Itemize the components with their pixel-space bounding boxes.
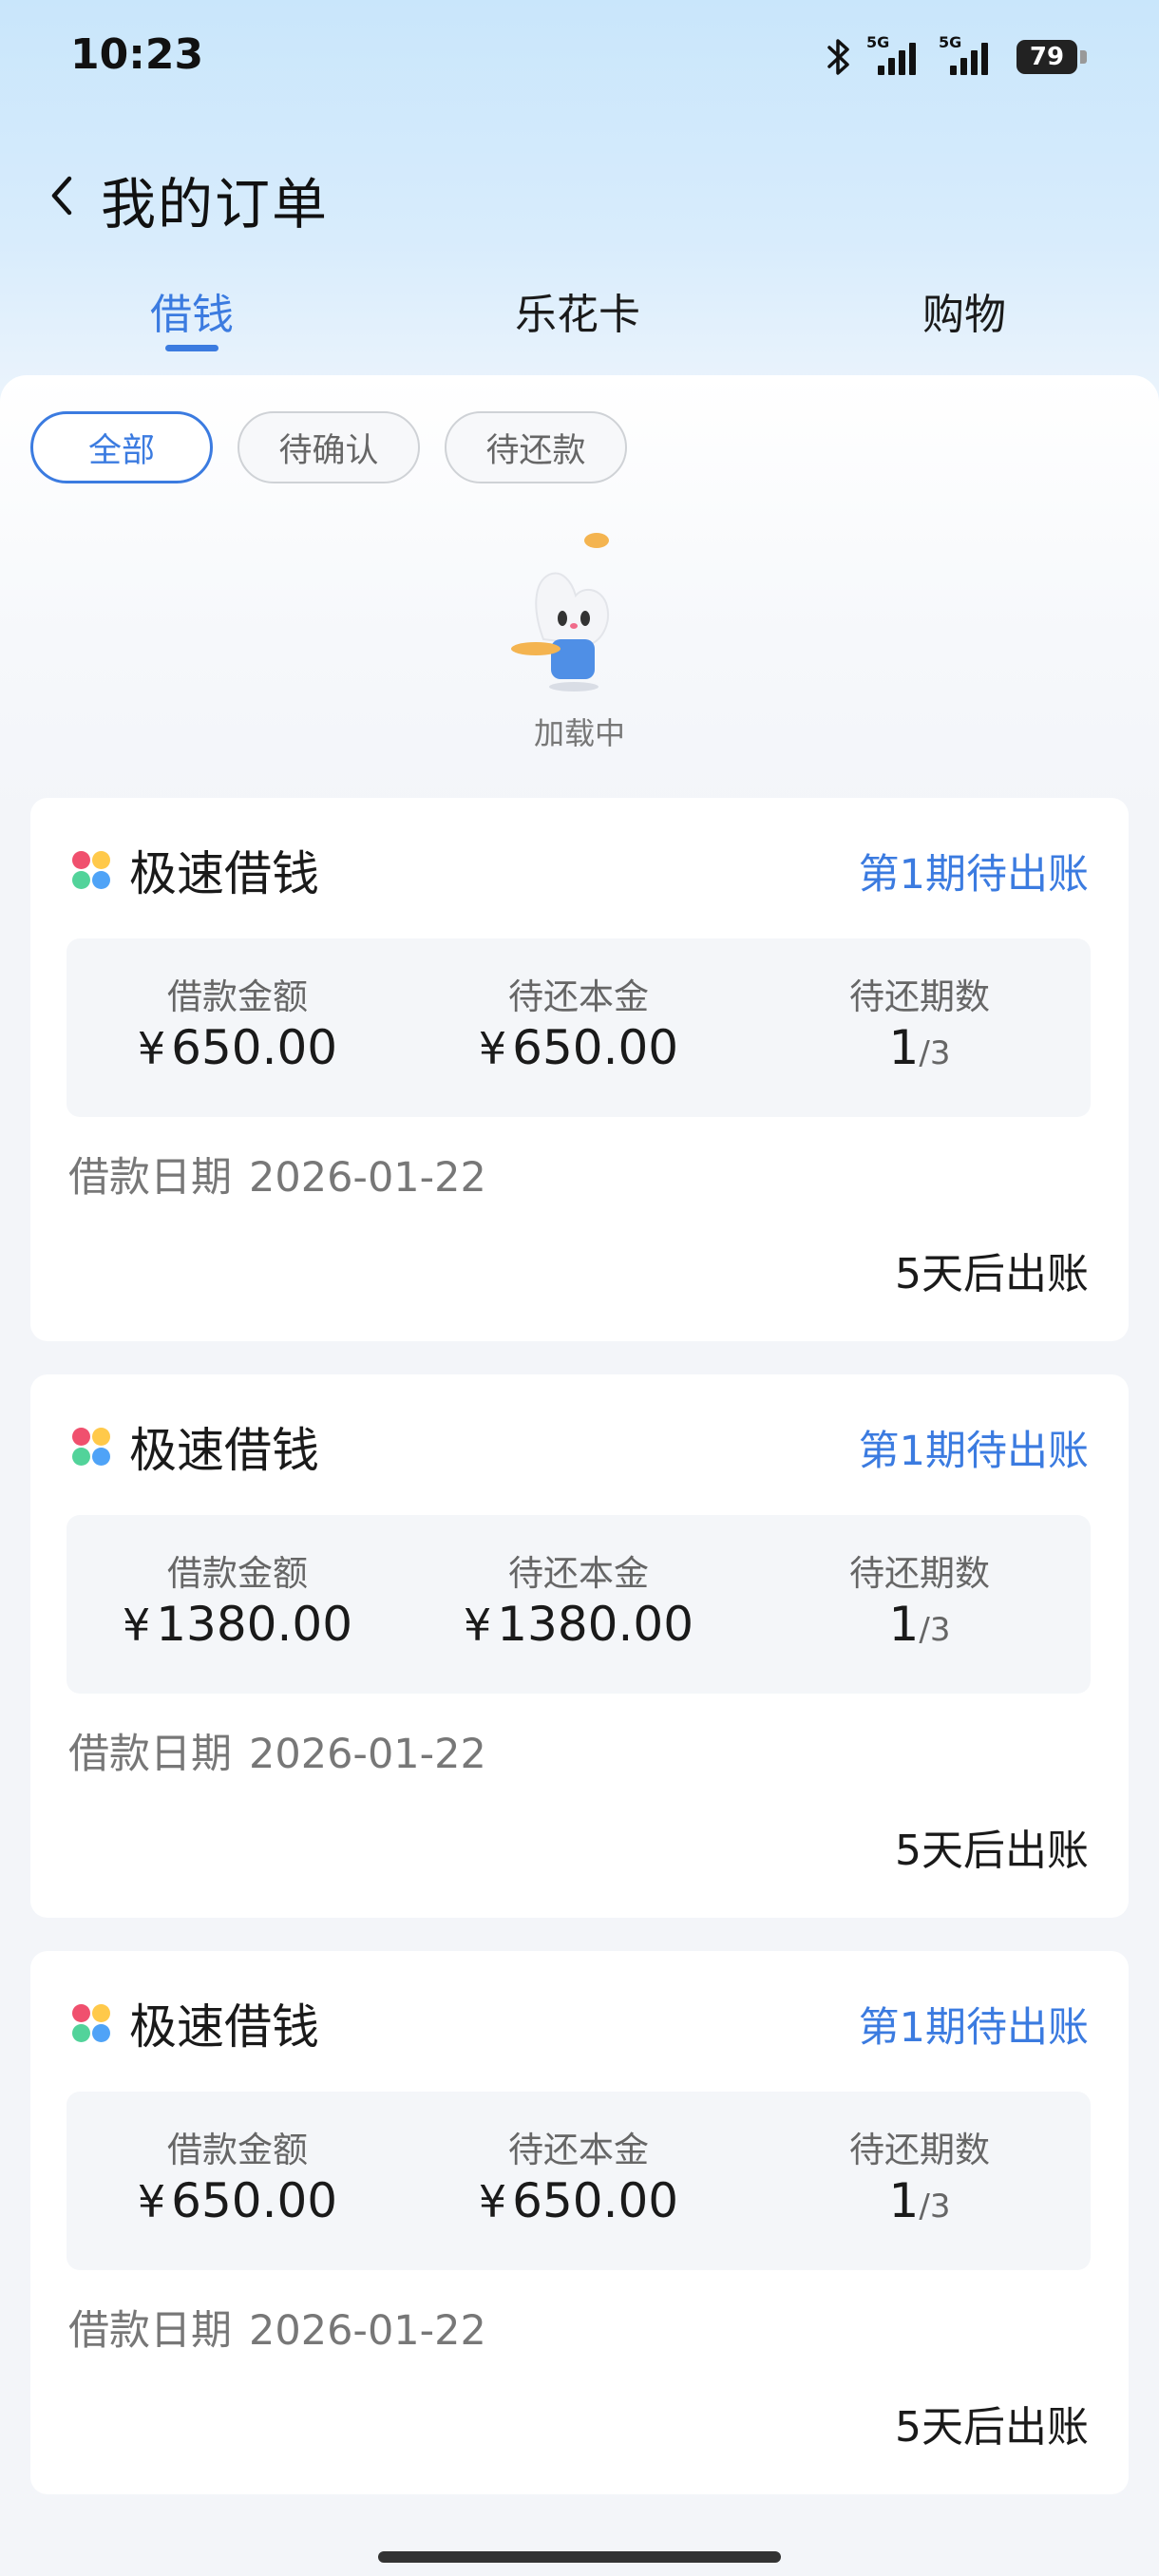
home-indicator[interactable]: [378, 2551, 781, 2563]
nav-bar: 我的订单: [0, 142, 1159, 247]
order-card[interactable]: 极速借钱 第1期待出账 借款金额 ¥650.00 待还本金 ¥650.00 待还…: [30, 798, 1129, 1341]
principal-label: 待还本金: [508, 1553, 649, 1594]
loan-date-value: 2026-01-22: [249, 1154, 486, 1202]
filter-row: 全部 待确认 待还款: [30, 411, 627, 483]
back-button[interactable]: [38, 169, 86, 222]
periods-label: 待还期数: [849, 2130, 990, 2170]
tab-bar: 借钱 乐花卡 购物: [0, 271, 1159, 366]
filter-all[interactable]: 全部: [30, 411, 213, 483]
loan-date-label: 借款日期: [68, 2307, 232, 2355]
four-dots-logo-icon: [72, 2004, 110, 2042]
status-icons: 5G 5G 79: [825, 34, 1087, 80]
four-dots-logo-icon: [72, 1428, 110, 1466]
periods-label: 待还期数: [849, 1553, 990, 1594]
loan-date-label: 借款日期: [68, 1731, 232, 1778]
loan-info-box: 借款金额 ¥1380.00 待还本金 ¥1380.00 待还期数 1/3: [66, 1515, 1091, 1694]
status-time: 10:23: [70, 30, 204, 79]
periods-col: 待还期数 1/3: [749, 2130, 1091, 2236]
loan-amount-col: 借款金额 ¥1380.00: [66, 1553, 408, 1655]
loan-amount-col: 借款金额 ¥650.00: [66, 2130, 408, 2231]
chevron-left-icon: [51, 176, 72, 216]
loan-date-line: 借款日期 2026-01-22: [68, 2298, 486, 2357]
filter-pending-repay[interactable]: 待还款: [445, 411, 627, 483]
principal-value: 1380.00: [497, 1597, 694, 1652]
loan-amount-label: 借款金额: [167, 976, 308, 1017]
loan-date-value: 2026-01-22: [249, 2307, 486, 2355]
periods-total: /3: [919, 2188, 951, 2226]
signal-icon-1: 5G: [866, 35, 925, 79]
bill-status: 第1期待出账: [858, 851, 1089, 899]
due-text: 5天后出账: [895, 1250, 1089, 1298]
principal-col: 待还本金 ¥650.00: [408, 2130, 750, 2231]
currency-symbol: ¥: [137, 2176, 166, 2227]
mascot-illustration: [511, 533, 609, 691]
card-header: 极速借钱: [72, 836, 319, 904]
card-header: 极速借钱: [72, 1412, 319, 1481]
loan-amount-label: 借款金额: [167, 2130, 308, 2170]
order-card[interactable]: 极速借钱 第1期待出账 借款金额 ¥1380.00 待还本金 ¥1380.00 …: [30, 1374, 1129, 1918]
currency-symbol: ¥: [478, 1023, 507, 1074]
currency-symbol: ¥: [137, 1023, 166, 1074]
card-header: 极速借钱: [72, 1989, 319, 2057]
periods-remaining: 1: [888, 1597, 920, 1652]
principal-value: 650.00: [512, 1020, 679, 1075]
bill-status: 第1期待出账: [858, 2004, 1089, 2052]
bluetooth-icon: [825, 37, 853, 77]
tab-borrow[interactable]: 借钱: [78, 280, 306, 341]
due-text: 5天后出账: [895, 1827, 1089, 1875]
loan-amount-value: 1380.00: [156, 1597, 353, 1652]
order-card[interactable]: 极速借钱 第1期待出账 借款金额 ¥650.00 待还本金 ¥650.00 待还…: [30, 1951, 1129, 2494]
periods-total: /3: [919, 1034, 951, 1072]
status-bar: 10:23 5G 5G 79: [0, 0, 1159, 114]
principal-value: 650.00: [512, 2173, 679, 2228]
principal-col: 待还本金 ¥1380.00: [408, 1553, 750, 1655]
battery-level: 79: [1016, 40, 1077, 74]
tab-lehua-card[interactable]: 乐花卡: [464, 280, 692, 341]
filter-pending-confirm[interactable]: 待确认: [238, 411, 420, 483]
loading-indicator: 加载中: [0, 527, 1159, 755]
periods-remaining: 1: [888, 1020, 920, 1075]
due-text: 5天后出账: [895, 2403, 1089, 2452]
principal-label: 待还本金: [508, 2130, 649, 2170]
loan-date-value: 2026-01-22: [249, 1731, 486, 1778]
page-title: 我的订单: [101, 172, 330, 237]
product-name: 极速借钱: [129, 1999, 319, 2055]
bill-status: 第1期待出账: [858, 1428, 1089, 1475]
loan-amount-value: 650.00: [171, 1020, 338, 1075]
loan-info-box: 借款金额 ¥650.00 待还本金 ¥650.00 待还期数 1/3: [66, 2092, 1091, 2270]
periods-col: 待还期数 1/3: [749, 976, 1091, 1083]
periods-total: /3: [919, 1611, 951, 1649]
four-dots-logo-icon: [72, 851, 110, 889]
loan-date-line: 借款日期 2026-01-22: [68, 1721, 486, 1780]
loan-date-line: 借款日期 2026-01-22: [68, 1145, 486, 1203]
battery-icon: 79: [1016, 40, 1087, 74]
loan-amount-label: 借款金额: [167, 1553, 308, 1594]
principal-label: 待还本金: [508, 976, 649, 1017]
periods-col: 待还期数 1/3: [749, 1553, 1091, 1659]
loan-date-label: 借款日期: [68, 1154, 232, 1202]
product-name: 极速借钱: [129, 846, 319, 901]
product-name: 极速借钱: [129, 1423, 319, 1478]
currency-symbol: ¥: [478, 2176, 507, 2227]
loading-text: 加载中: [533, 715, 625, 751]
loan-amount-value: 650.00: [171, 2173, 338, 2228]
loan-info-box: 借款金额 ¥650.00 待还本金 ¥650.00 待还期数 1/3: [66, 938, 1091, 1117]
periods-remaining: 1: [888, 2173, 920, 2228]
signal-icon-2: 5G: [939, 35, 998, 79]
loan-amount-col: 借款金额 ¥650.00: [66, 976, 408, 1078]
principal-col: 待还本金 ¥650.00: [408, 976, 750, 1078]
tab-active-indicator: [165, 345, 218, 351]
tab-shopping[interactable]: 购物: [850, 280, 1078, 341]
periods-label: 待还期数: [849, 976, 990, 1017]
currency-symbol: ¥: [463, 1600, 492, 1651]
currency-symbol: ¥: [122, 1600, 151, 1651]
